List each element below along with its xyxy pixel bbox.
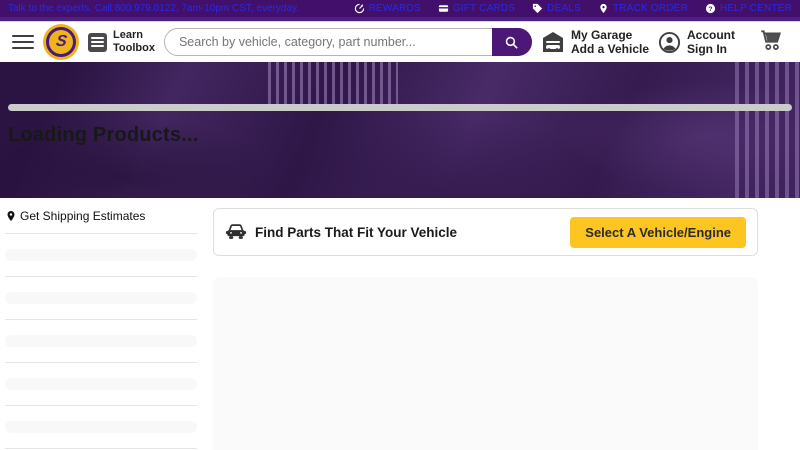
track-order-label: TRACK ORDER	[613, 3, 688, 14]
products-loading-skeleton	[213, 277, 758, 450]
filters-sidebar: Get Shipping Estimates	[5, 209, 197, 449]
vehicle-fitment-card: Find Parts That Fit Your Vehicle Select …	[213, 208, 758, 256]
deals-link[interactable]: DEALS	[532, 3, 581, 14]
divider	[5, 448, 197, 449]
account-button[interactable]: Account Sign In	[658, 28, 735, 57]
learn-toolbox-line1: Learn	[113, 29, 155, 42]
skeleton-row	[5, 378, 197, 390]
loading-text: Loading Products...	[8, 124, 198, 147]
garage-icon	[541, 30, 565, 54]
skeleton-row	[5, 421, 197, 433]
car-icon	[225, 221, 247, 243]
my-garage-line2: Add a Vehicle	[571, 42, 649, 56]
divider	[5, 233, 197, 234]
learn-toolbox-line2: Toolbox	[113, 42, 155, 55]
account-icon	[658, 31, 681, 54]
my-garage-label: My Garage Add a Vehicle	[571, 28, 649, 57]
skeleton-row	[5, 335, 197, 347]
rewards-icon	[354, 3, 365, 14]
logo-letter: S	[54, 33, 67, 51]
hero-banner: Loading Products...	[0, 62, 800, 198]
gift-cards-label: GIFT CARDS	[453, 3, 515, 14]
account-label: Account Sign In	[687, 28, 735, 57]
divider	[5, 276, 197, 277]
help-center-link[interactable]: ? HELP CENTER	[705, 3, 792, 14]
help-center-icon: ?	[705, 3, 716, 14]
content-area: Get Shipping Estimates	[0, 198, 800, 450]
learn-toolbox-label: Learn Toolbox	[113, 29, 155, 54]
menu-hamburger-icon[interactable]	[12, 35, 34, 50]
select-vehicle-button[interactable]: Select A Vehicle/Engine	[570, 217, 746, 248]
shipping-estimates-label: Get Shipping Estimates	[20, 209, 145, 223]
search-button[interactable]	[492, 28, 532, 56]
gift-cards-link[interactable]: GIFT CARDS	[438, 3, 515, 14]
gift-card-icon	[438, 3, 449, 14]
cart-icon	[758, 27, 784, 53]
deals-label: DEALS	[547, 3, 581, 14]
phone-link[interactable]: Talk to the experts. Call 800.979.0122, …	[8, 3, 299, 14]
skeleton-row	[5, 292, 197, 304]
top-bar: Talk to the experts. Call 800.979.0122, …	[0, 0, 800, 17]
search-icon	[503, 34, 520, 51]
speedway-logo[interactable]: S	[43, 24, 79, 60]
main-column: Find Parts That Fit Your Vehicle Select …	[213, 208, 758, 450]
learn-toolbox-link[interactable]: Learn Toolbox	[88, 29, 155, 54]
shipping-estimates-link[interactable]: Get Shipping Estimates	[5, 209, 197, 222]
divider	[5, 362, 197, 363]
divider	[5, 319, 197, 320]
my-garage-button[interactable]: My Garage Add a Vehicle	[541, 28, 649, 57]
cart-button[interactable]	[758, 27, 784, 58]
svg-text:?: ?	[708, 6, 712, 13]
rewards-label: REWARDS	[369, 3, 421, 14]
divider	[5, 405, 197, 406]
deals-tag-icon	[532, 3, 543, 14]
my-garage-line1: My Garage	[571, 28, 649, 42]
account-line2: Sign In	[687, 42, 735, 56]
fitment-title: Find Parts That Fit Your Vehicle	[255, 225, 457, 240]
top-bar-links: REWARDS GIFT CARDS DEALS TRACK ORDER ? H…	[354, 3, 792, 14]
speedway-logo-ring: S	[46, 27, 76, 57]
page: Talk to the experts. Call 800.979.0122, …	[0, 0, 800, 450]
toolbox-list-icon	[88, 33, 107, 52]
search-input[interactable]	[164, 28, 532, 56]
search-bar	[164, 28, 532, 56]
sidebar-skeleton-list	[5, 233, 197, 449]
help-center-label: HELP CENTER	[720, 3, 792, 14]
location-pin-icon	[5, 210, 17, 222]
skeleton-row	[5, 249, 197, 261]
main-header: S Learn Toolbox My Gar	[0, 22, 800, 62]
loading-progress-bar	[8, 104, 792, 111]
track-order-link[interactable]: TRACK ORDER	[598, 3, 688, 14]
rewards-link[interactable]: REWARDS	[354, 3, 421, 14]
account-line1: Account	[687, 28, 735, 42]
track-order-pin-icon	[598, 3, 609, 14]
